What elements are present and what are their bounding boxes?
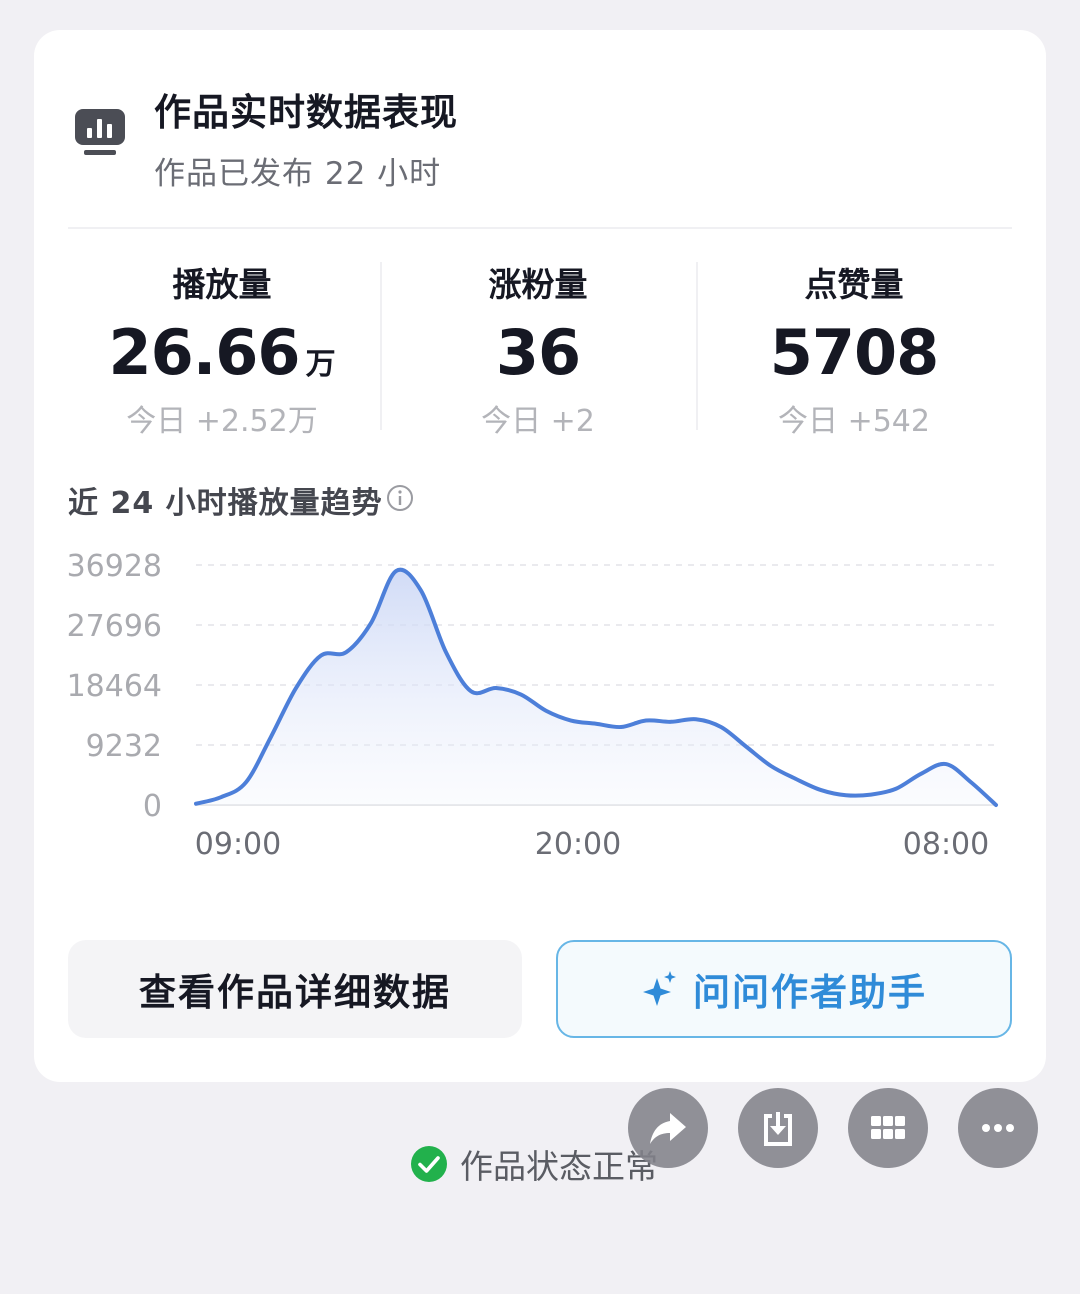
grid-icon xyxy=(871,1116,905,1139)
stat-value: 26.66 万 xyxy=(64,318,380,388)
more-button[interactable] xyxy=(958,1088,1038,1168)
more-icon xyxy=(982,1124,1014,1132)
work-status: 作品状态正常 xyxy=(410,1142,658,1186)
trend-chart[interactable]: 0 9232 18464 27696 36928 09:00 20:00 08:00 xyxy=(34,530,1046,870)
status-text: 作品状态正常 xyxy=(460,1147,658,1186)
stat-label: 点赞量 xyxy=(804,265,904,304)
stat-likes[interactable]: 点赞量 5708 今日 +542 xyxy=(696,264,1012,442)
stat-label: 涨粉量 xyxy=(488,265,588,304)
stat-number: 36 xyxy=(495,316,581,389)
stat-followers[interactable]: 涨粉量 36 今日 +2 xyxy=(380,264,696,442)
bar-chart-monitor-icon xyxy=(75,109,125,155)
stat-plays[interactable]: 播放量 26.66 万 今日 +2.52万 xyxy=(64,264,380,442)
stat-value: 36 xyxy=(380,318,696,388)
stat-value: 5708 xyxy=(696,318,1012,388)
ask-assistant-button[interactable]: 问问作者助手 xyxy=(556,940,1012,1038)
y-tick-label: 9232 xyxy=(86,729,162,764)
trend-title: 近 24 小时播放量趋势 xyxy=(68,486,383,521)
x-tick-label: 09:00 xyxy=(195,827,281,862)
series-area xyxy=(196,569,996,805)
stat-today: 今日 +2.52万 xyxy=(126,404,318,439)
stat-today: 今日 +2 xyxy=(481,404,595,439)
stat-today: 今日 +542 xyxy=(778,404,930,439)
y-tick-label: 0 xyxy=(143,789,162,824)
check-circle-icon xyxy=(411,1146,447,1182)
stat-unit: 万 xyxy=(305,347,336,382)
data-card: 作品实时数据表现 作品已发布 22 小时 播放量 26.66 万 今日 +2.52… xyxy=(34,30,1046,1082)
x-tick-label: 20:00 xyxy=(535,827,621,862)
divider xyxy=(68,227,1012,229)
publish-time: 作品已发布 22 小时 xyxy=(154,156,442,192)
view-detail-button[interactable]: 查看作品详细数据 xyxy=(68,940,522,1038)
stat-label: 播放量 xyxy=(172,265,272,304)
y-tick-label: 27696 xyxy=(67,609,162,644)
y-tick-label: 36928 xyxy=(67,549,162,584)
y-tick-label: 18464 xyxy=(67,669,162,704)
stat-number: 5708 xyxy=(769,316,940,389)
info-circle-icon[interactable] xyxy=(386,484,414,512)
x-tick-label: 08:00 xyxy=(903,827,989,862)
share-icon xyxy=(650,1113,686,1144)
grid-button[interactable] xyxy=(848,1088,928,1168)
download-button[interactable] xyxy=(738,1088,818,1168)
share-button[interactable] xyxy=(628,1088,708,1168)
page-title: 作品实时数据表现 xyxy=(154,91,458,134)
ask-assistant-label: 问问作者助手 xyxy=(693,971,927,1014)
download-icon xyxy=(764,1112,792,1146)
sparkle-icon xyxy=(643,971,676,1006)
stat-number: 26.66 xyxy=(108,316,300,389)
view-detail-label: 查看作品详细数据 xyxy=(139,971,451,1014)
